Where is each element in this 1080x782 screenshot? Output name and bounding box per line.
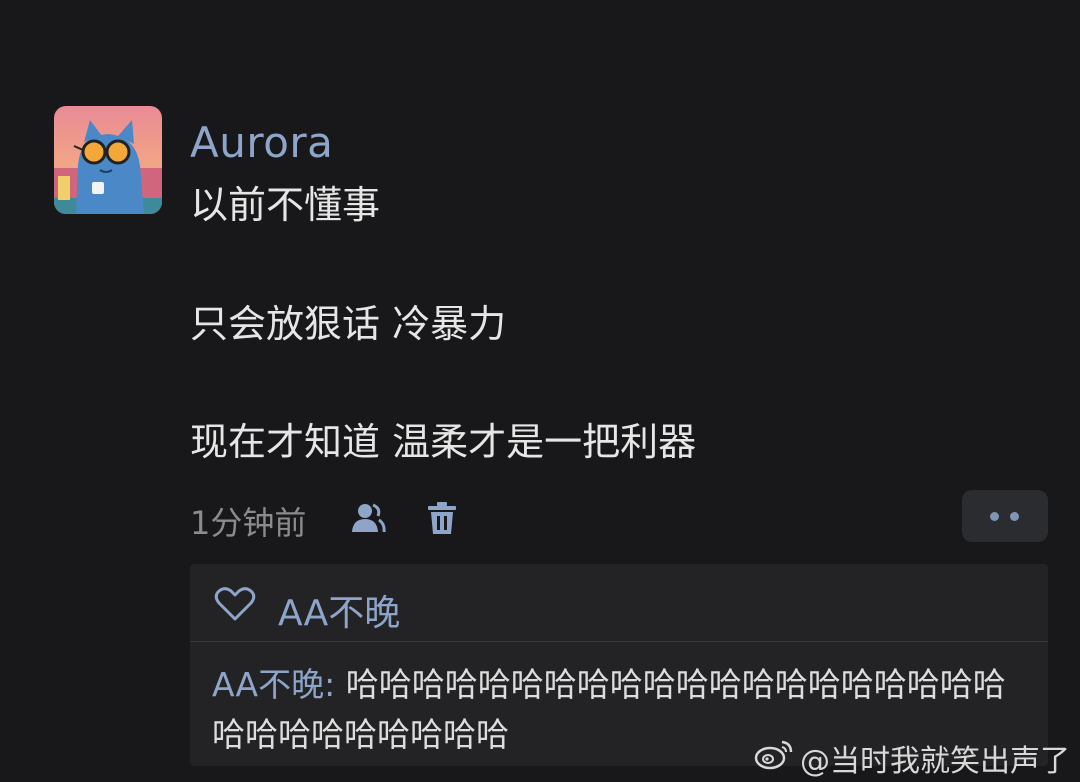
more-options-button[interactable] (962, 490, 1048, 542)
more-dot-right (1010, 512, 1019, 521)
post-text-line-3: 现在才知道 温柔才是一把利器 (190, 420, 697, 464)
trash-icon[interactable] (424, 500, 460, 536)
more-dot-left (990, 512, 999, 521)
liker-name[interactable]: AA不晚 (278, 584, 400, 636)
likes-row: AA不晚 (190, 564, 1048, 642)
post-text-line-1: 以前不懂事 (190, 183, 381, 227)
watermark: @当时我就笑出声了 (754, 736, 1070, 780)
post-timestamp: 1分钟前 (190, 504, 307, 542)
weibo-logo-icon (754, 738, 794, 778)
watermark-text: @当时我就笑出声了 (800, 744, 1070, 779)
comment-separator: : (324, 665, 346, 704)
comment-author[interactable]: AA不晚 (212, 665, 324, 704)
avatar[interactable] (54, 106, 162, 214)
moments-post: Aurora 以前不懂事 只会放狠话 冷暴力 现在才知道 温柔才是一把利器 1分… (0, 0, 1080, 782)
heart-icon[interactable] (214, 586, 256, 622)
friends-visibility-icon[interactable] (350, 500, 386, 536)
post-text-line-2: 只会放狠话 冷暴力 (190, 302, 507, 346)
post-author-name[interactable]: Aurora (190, 118, 333, 167)
